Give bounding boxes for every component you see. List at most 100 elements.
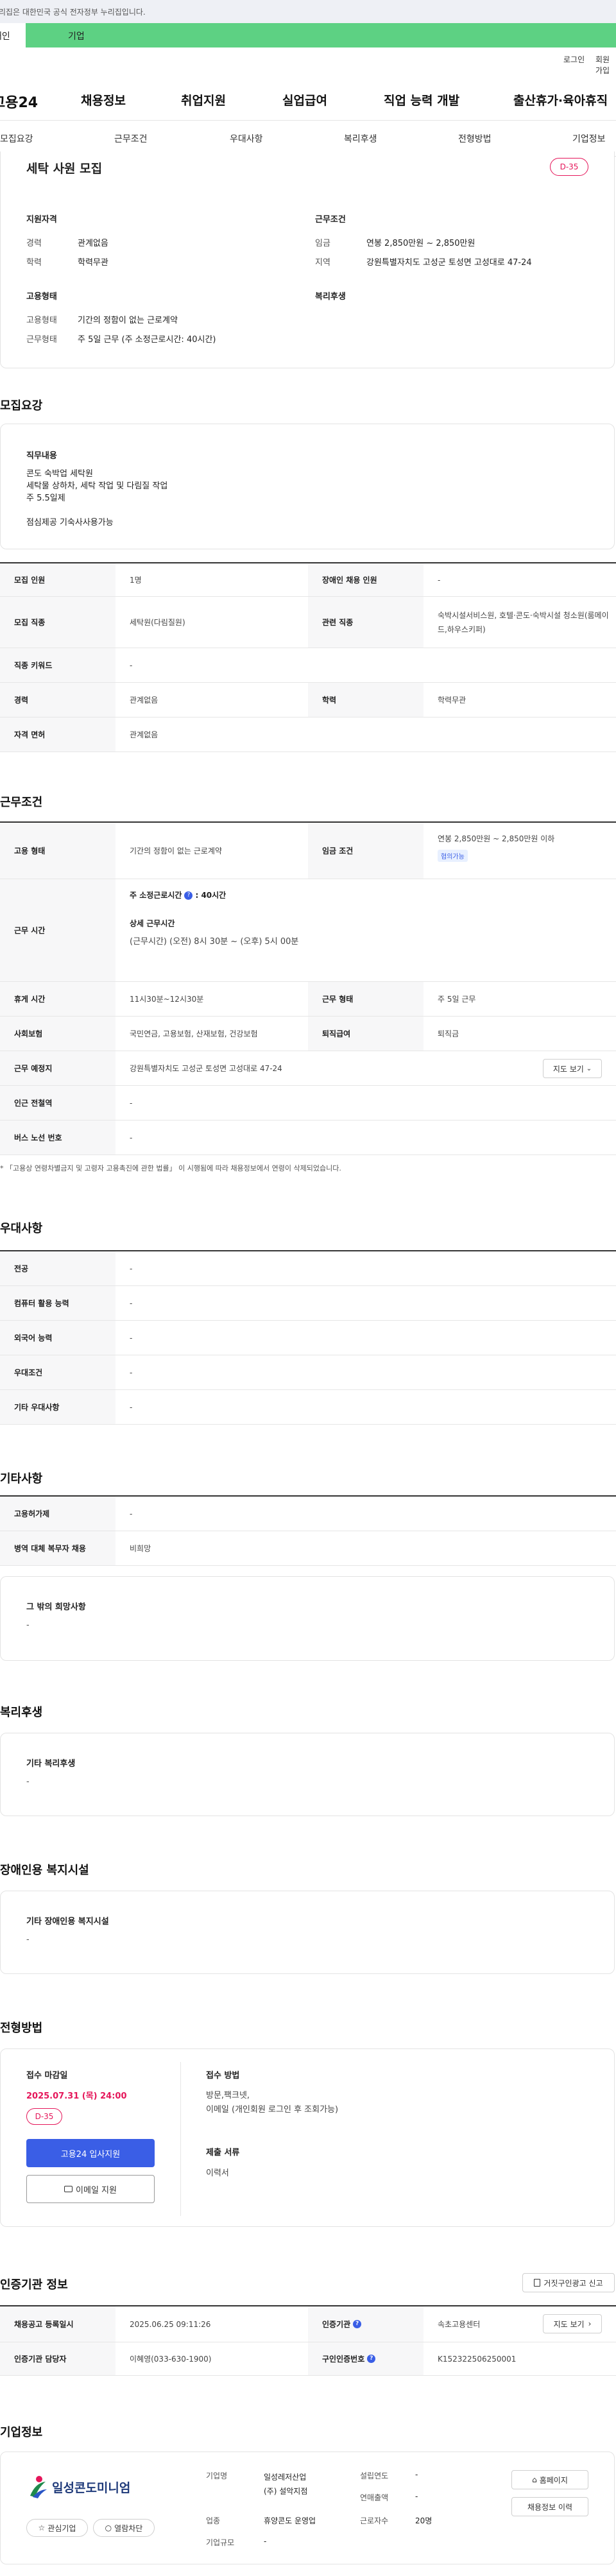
table-row: 우대조건 - [0,1355,616,1390]
tab-individual-label: 개인 [0,31,10,42]
table-row: 사회보험 국민연금, 고용보험, 산재보험, 건강보험 퇴직급여 퇴직금 [0,1017,616,1051]
disability-box-value: - [26,1935,30,1945]
homepage-button[interactable]: ⌂ 홈페이지 [511,2470,588,2489]
table-row: 근무 예정지 강원특별자치도 고성군 토성면 고성대로 47-24 지도 보기 ⌄ [0,1051,616,1086]
row-label: 기타 우대사항 [0,1390,116,1424]
row-label: 외국어 능력 [0,1321,116,1355]
row-value: 11시30분~12시30분 [130,995,204,1004]
company-name-label: 기업명 [206,2471,228,2480]
wage-condition-value: 연봉 2,850만원 ~ 2,850만원 이하 [438,834,555,843]
document-icon [534,2279,541,2287]
agency-map-button[interactable]: 지도 보기 › [543,2314,602,2333]
row-label: 인증기관 담당자 [0,2342,116,2375]
row-value: K152322506250001 [438,2354,517,2364]
job-title: 세탁 사원 모집 [26,162,103,176]
section-tab-recruit[interactable]: 모집요강 [0,132,33,145]
company-name-line: (주) 설악지점 [264,2487,308,2496]
table-row: 채용공고 등록일시 2025.06.25 09:11:26 인증기관? 속초고용… [0,2306,616,2342]
row-label: 인증기관? [308,2306,424,2342]
staff-value: 20명 [415,2516,432,2525]
map-view-button[interactable]: 지도 보기 ⌄ [543,1059,602,1078]
method-line: 이메일 (개인회원 로그인 후 조회가능) [206,2105,339,2115]
agency-heading: 인증기관 정보 [0,2278,68,2292]
help-icon[interactable]: ? [367,2355,376,2363]
row-value: 퇴직금 [438,1029,459,1038]
section-tab-conditions[interactable]: 근무조건 [114,132,148,145]
table-row: 모집 직종 세탁원(다림질원) 관련 직종 숙박시설서비스원, 호텔·콘도·숙박… [0,597,616,648]
tab-individual[interactable]: 개인 [0,23,26,47]
row-label: 휴게 시간 [0,982,116,1016]
welfare-heading: 복리후생 [315,292,346,302]
row-label: 우대조건 [0,1355,116,1389]
gnb-item-parental-leave[interactable]: 출산휴가·육아휴직 [513,91,608,108]
login-link[interactable]: 로그인 [563,54,585,65]
site-logo[interactable]: 고용24 [0,91,38,112]
row-value: - [130,1133,133,1142]
chevron-right-icon: › [588,2319,592,2328]
homepage-label: 홈페이지 [539,2475,568,2485]
preference-heading: 우대사항 [0,1222,43,1235]
help-icon[interactable]: ? [184,891,193,900]
gnb-item-training[interactable]: 직업 능력 개발 [384,91,459,108]
block-icon: ○ [105,2523,112,2532]
email-apply-button[interactable]: 이메일 지원 [26,2175,155,2203]
table-row: 직종 키워드 - [0,648,616,683]
row-value: - [130,1368,133,1377]
company-logo: 일성콘도미니엄 [26,2470,155,2503]
home-icon: ⌂ [532,2475,537,2484]
help-icon[interactable]: ? [353,2320,362,2328]
duty-line [26,504,167,517]
block-view-button[interactable]: ○ 열람차단 [93,2519,155,2537]
row-value: 비희망 [130,1544,151,1553]
row-value: 기간의 정함이 없는 근로계약 [130,846,222,855]
row-label: 컴퓨터 활용 능력 [0,1286,116,1320]
signup-link[interactable]: 회원가입 [595,54,616,76]
row-value: 1명 [130,576,142,585]
email-apply-label: 이메일 지원 [76,2185,117,2195]
selection-card: 접수 마감일 2025.07.31 (목) 24:00 D-35 고용24 입사… [0,2048,615,2227]
row-value: 숙박시설서비스원, 호텔·콘도·숙박시설 청소원(룸메이드,하우스키퍼) [438,610,609,634]
agency-map-label: 지도 보기 [553,2319,585,2329]
report-button[interactable]: 거짓구인광고 신고 [522,2273,615,2292]
row-label: 고용허가제 [0,1497,116,1531]
disability-heading: 장애인용 복지시설 [0,1864,89,1877]
job-history-button[interactable]: 채용정보 이력 [511,2497,588,2516]
method-line: 방문,팩크넷, [206,2091,250,2100]
row-label: 근무 형태 [308,982,424,1016]
row-value: - [438,575,441,585]
row-label: 전공 [0,1251,116,1285]
table-row: 근무 시간 주 소정근로시간?: 40시간 상세 근무시간 (근무시간) (오전… [0,879,616,982]
dday-badge: D-35 [550,158,588,176]
gnb-item-jobs[interactable]: 채용정보 [81,91,126,108]
table-row: 고용허가제 - [0,1497,616,1531]
section-tab-welfare[interactable]: 복리후생 [344,132,377,145]
education-value: 학력무관 [78,258,108,268]
section-tab-preference[interactable]: 우대사항 [230,132,263,145]
disability-box-title: 기타 장애인용 복지시설 [26,1917,109,1927]
table-row: 인증기관 담당자 이혜영(033-630-1900) 구인인증번호? K1523… [0,2342,616,2376]
gnb-item-employment-support[interactable]: 취업지원 [181,91,226,108]
employment-type-value: 기간의 정함이 없는 근로계약 [78,316,178,325]
company-heading: 기업정보 [0,2426,43,2439]
section-tab-selection[interactable]: 전형방법 [458,132,492,145]
interest-company-button[interactable]: ☆ 관심기업 [26,2519,88,2537]
section-tab-company[interactable]: 기업정보 [572,132,606,145]
founded-label: 설립연도 [360,2471,389,2480]
other-wishes-card: 그 밖의 희망사항 - [0,1576,615,1661]
gnb-item-unemployment-benefit[interactable]: 실업급여 [282,91,327,108]
row-label: 자격 면허 [0,717,116,751]
deadline-dday-badge: D-35 [26,2108,62,2125]
table-row: 자격 면허 관계없음 [0,717,616,752]
table-row: 기타 우대사항 - [0,1390,616,1425]
revenue-label: 연매출액 [360,2493,389,2502]
work-type-label: 근무형태 [26,335,57,345]
divider [180,2062,181,2216]
tab-company[interactable]: 기업 [26,23,616,47]
row-value: 주 5일 근무 [438,995,476,1004]
conditions-heading: 근무조건 [315,215,346,225]
apply-button[interactable]: 고용24 입사지원 [26,2139,155,2167]
row-label: 인근 전철역 [0,1086,116,1120]
chevron-down-icon: ⌄ [586,1065,592,1072]
staff-label: 근로자수 [360,2516,389,2525]
table-row: 전공 - [0,1251,616,1286]
